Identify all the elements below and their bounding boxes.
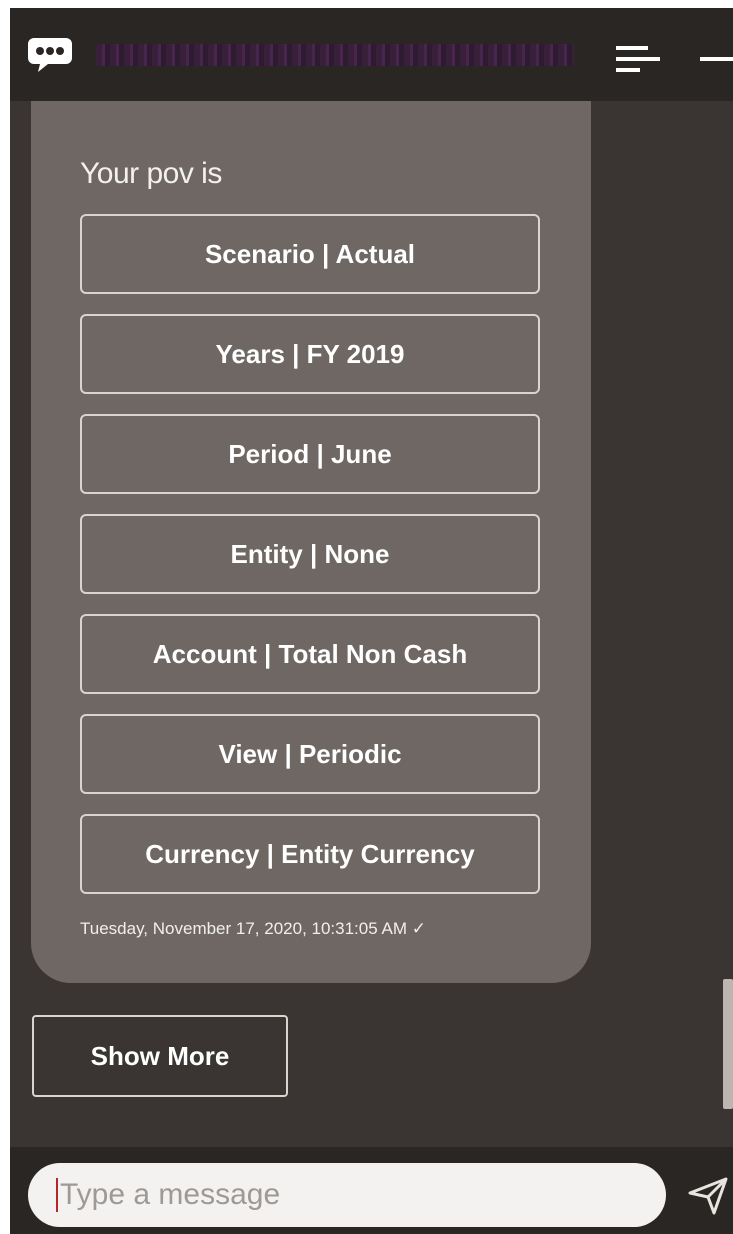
text-caret [56,1178,58,1212]
show-more-button[interactable]: Show More [32,1015,288,1097]
pov-button-period[interactable]: Period | June [80,414,540,494]
message-input-placeholder: Type a message [60,1178,281,1211]
pov-button-account[interactable]: Account | Total Non Cash [80,614,540,694]
pov-button-entity[interactable]: Entity | None [80,514,540,594]
pov-button-view[interactable]: View | Periodic [80,714,540,794]
chat-header [10,8,733,101]
send-icon[interactable] [688,1175,728,1215]
header-title-obscured [96,44,574,66]
minimize-icon[interactable] [700,42,733,76]
chat-widget: Your pov is Scenario | Actual Years | FY… [0,0,733,1234]
composer-bar: Type a message [10,1147,733,1234]
chat-bubble-icon [28,38,72,72]
scrollbar-thumb[interactable] [723,979,733,1109]
pov-button-scenario[interactable]: Scenario | Actual [80,214,540,294]
conversation-pane[interactable]: Your pov is Scenario | Actual Years | FY… [10,101,733,1147]
message-timestamp: Tuesday, November 17, 2020, 10:31:05 AM … [80,919,426,938]
pov-button-years[interactable]: Years | FY 2019 [80,314,540,394]
pov-heading: Your pov is [80,157,222,190]
message-input[interactable]: Type a message [28,1163,666,1227]
hamburger-menu-icon[interactable] [616,42,660,76]
pov-button-currency[interactable]: Currency | Entity Currency [80,814,540,894]
